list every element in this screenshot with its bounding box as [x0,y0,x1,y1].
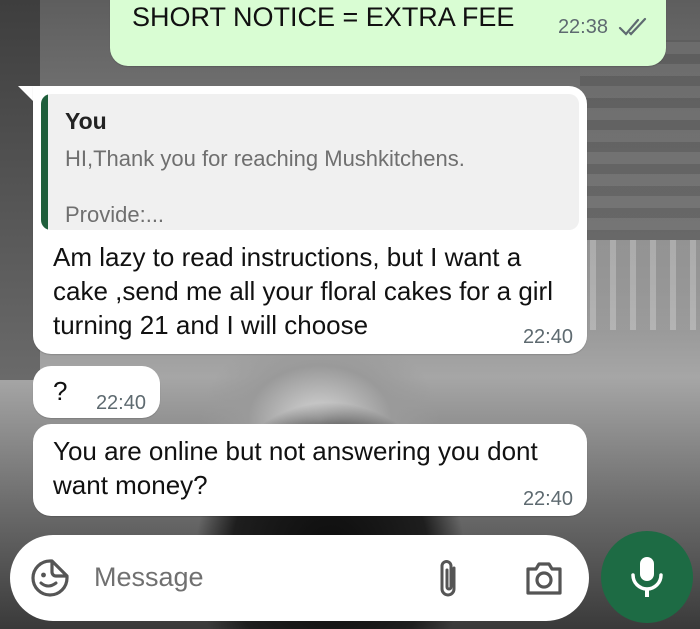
message-text: You are online but not answering you don… [53,436,538,500]
sticker-emoji-icon[interactable] [30,558,70,598]
double-check-icon [618,17,647,36]
incoming-message[interactable]: You are online but not answering you don… [33,424,587,516]
message-text: ? [53,376,68,406]
quote-text: HI,Thank you for reaching Mushkitchens. [65,146,465,171]
message-input-bar: Message [10,535,589,621]
quote-accent-bar [41,94,48,230]
message-text: SHORT NOTICE = EXTRA FEE [132,2,515,32]
message-time: 22:40 [522,326,573,348]
camera-icon[interactable] [524,559,564,597]
quoted-message[interactable]: You HI,Thank you for reaching Mushkitche… [41,94,579,230]
message-text: Am lazy to read instructions, but I want… [53,242,553,340]
voice-record-button[interactable] [601,531,693,623]
outgoing-message[interactable]: SHORT NOTICE = EXTRA FEE 22:38 [110,0,666,66]
bubble-tail [18,86,34,102]
message-time: 22:38 [557,16,608,38]
message-time: 22:40 [522,488,573,510]
microphone-icon [631,557,663,597]
message-input[interactable]: Message [94,562,204,593]
incoming-message[interactable]: ? 22:40 [33,366,160,418]
message-time: 22:40 [95,392,146,414]
incoming-message-with-reply[interactable]: You HI,Thank you for reaching Mushkitche… [33,86,587,354]
quote-text: Provide:... [65,202,165,227]
paperclip-icon[interactable] [434,556,464,600]
wallpaper-fence [570,240,700,330]
wallpaper-building [580,40,700,240]
quote-author: You [65,108,107,134]
